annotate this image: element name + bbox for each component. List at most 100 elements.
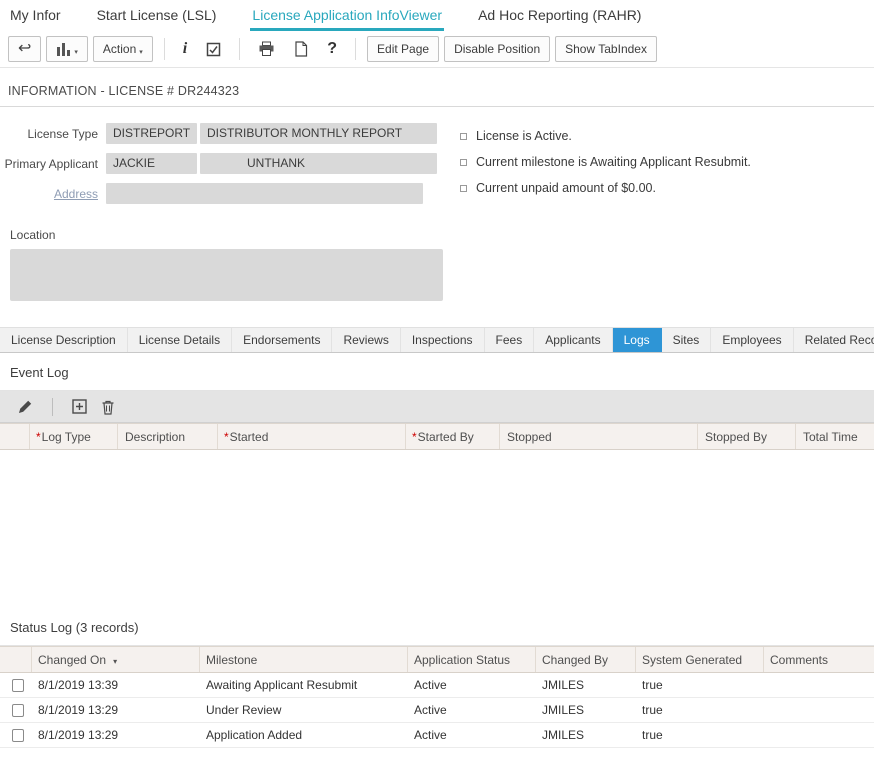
tab-fees[interactable]: Fees <box>485 328 535 352</box>
column-header-changed-on[interactable]: Changed On ▾ <box>32 647 200 672</box>
milestone-cell: Awaiting Applicant Resubmit <box>206 678 358 692</box>
add-record-button[interactable] <box>65 394 94 420</box>
status-summary-item: License is Active. <box>460 129 751 143</box>
row-checkbox[interactable] <box>12 703 24 717</box>
dropdown-arrow-icon: ▾ <box>139 49 143 56</box>
status-log-row[interactable]: 8/1/2019 13:29 Under Review Active JMILE… <box>0 698 874 723</box>
chart-icon <box>57 42 71 56</box>
status-log-title: Status Log (3 records) <box>0 608 874 646</box>
bullet-square-icon <box>460 132 467 140</box>
disable-position-button[interactable]: Disable Position <box>444 36 551 62</box>
required-marker: * <box>412 430 417 444</box>
changed-on-cell: 8/1/2019 13:29 <box>38 703 119 717</box>
tab-inspections[interactable]: Inspections <box>401 328 485 352</box>
help-icon: ? <box>327 40 338 57</box>
license-type-code-field[interactable]: DISTREPORT <box>106 123 197 144</box>
system-generated-cell: true <box>642 678 663 692</box>
event-log-header-row: *Log Type Description *Started *Started … <box>0 423 874 450</box>
column-header-milestone[interactable]: Milestone <box>200 647 408 672</box>
license-type-desc-field[interactable]: DISTRIBUTOR MONTHLY REPORT <box>200 123 437 144</box>
print-button[interactable] <box>251 36 282 62</box>
checkbox-icon <box>207 42 221 56</box>
status-summary-item: Current milestone is Awaiting Applicant … <box>460 155 751 169</box>
add-icon <box>72 399 87 414</box>
action-menu-label: Action <box>102 42 137 56</box>
primary-applicant-row: Primary Applicant JACKIE UNTHANK <box>0 153 446 174</box>
system-generated-cell: true <box>642 728 663 742</box>
tab-employees[interactable]: Employees <box>711 328 794 352</box>
tab-start-license[interactable]: Start License (LSL) <box>95 0 219 31</box>
status-log-header-row: Changed On ▾ Milestone Application Status… <box>0 646 874 673</box>
column-header-started[interactable]: *Started <box>218 424 406 449</box>
top-tab-bar: My Infor Start License (LSL) License App… <box>0 0 874 31</box>
address-row: Address <box>0 183 446 204</box>
toolbar-separator <box>355 38 357 60</box>
new-page-button[interactable] <box>287 36 315 62</box>
chart-view-button[interactable]: ▾ <box>46 36 88 62</box>
required-marker: * <box>36 430 41 444</box>
primary-applicant-first-name-field[interactable]: JACKIE <box>106 153 197 174</box>
info-icon: i <box>182 40 188 57</box>
tasks-button[interactable] <box>199 36 228 62</box>
license-type-label: License Type <box>27 126 99 141</box>
info-button[interactable]: i <box>176 36 194 62</box>
toolbar-separator <box>52 397 53 416</box>
page-icon <box>295 41 308 57</box>
action-menu-button[interactable]: Action ▾ <box>92 36 153 62</box>
column-header-application-status[interactable]: Application Status <box>408 647 536 672</box>
tab-license-details[interactable]: License Details <box>128 328 233 352</box>
status-log-row[interactable]: 8/1/2019 13:39 Awaiting Applicant Resubm… <box>0 673 874 698</box>
column-header-description[interactable]: Description <box>118 424 218 449</box>
license-type-row: License Type DISTREPORT DISTRIBUTOR MONT… <box>0 123 446 144</box>
event-log-title: Event Log <box>0 353 874 391</box>
tab-endorsements[interactable]: Endorsements <box>232 328 333 352</box>
application-status-cell: Active <box>414 703 447 717</box>
row-checkbox[interactable] <box>12 678 24 692</box>
edit-record-button[interactable] <box>10 394 40 420</box>
primary-applicant-label: Primary Applicant <box>4 156 98 171</box>
column-header-stopped[interactable]: Stopped <box>500 424 698 449</box>
column-header-changed-by[interactable]: Changed By <box>536 647 636 672</box>
column-header-total-time[interactable]: Total Time <box>796 424 874 449</box>
edit-page-button[interactable]: Edit Page <box>367 36 440 62</box>
detail-tab-bar: License Description License Details Endo… <box>0 327 874 353</box>
column-header-started-by[interactable]: *Started By <box>406 424 500 449</box>
bullet-square-icon <box>460 184 467 192</box>
column-header-comments[interactable]: Comments <box>764 647 874 672</box>
event-log-toolbar <box>0 391 874 423</box>
tab-applicants[interactable]: Applicants <box>534 328 613 352</box>
status-summary-item: Current unpaid amount of $0.00. <box>460 181 751 195</box>
address-link[interactable]: Address <box>0 187 106 201</box>
tab-related-records[interactable]: Related Records <box>794 328 874 352</box>
changed-on-cell: 8/1/2019 13:29 <box>38 728 119 742</box>
sort-descending-icon: ▾ <box>113 657 118 666</box>
back-button[interactable]: ↩ <box>8 36 42 62</box>
address-field[interactable] <box>106 183 423 204</box>
system-generated-cell: true <box>642 703 663 717</box>
select-column-header <box>0 647 32 672</box>
tab-sites[interactable]: Sites <box>662 328 712 352</box>
tab-logs[interactable]: Logs <box>612 328 662 352</box>
toolbar: ↩ ▾ Action ▾ i ? Edit Page Disable Posit… <box>0 31 874 68</box>
status-log-row[interactable]: 8/1/2019 13:29 Application Added Active … <box>0 723 874 748</box>
show-tabindex-button[interactable]: Show TabIndex <box>555 36 657 62</box>
help-button[interactable]: ? <box>320 36 344 62</box>
row-checkbox[interactable] <box>12 728 24 742</box>
primary-applicant-last-name-field[interactable]: UNTHANK <box>200 153 437 174</box>
back-icon: ↩ <box>18 40 32 57</box>
tab-license-application-infoviewer[interactable]: License Application InfoViewer <box>250 0 445 31</box>
tab-license-description[interactable]: License Description <box>0 328 128 352</box>
column-header-log-type[interactable]: *Log Type <box>30 424 118 449</box>
tab-my-infor[interactable]: My Infor <box>8 0 63 31</box>
delete-record-button[interactable] <box>94 394 122 420</box>
info-section: License Type DISTREPORT DISTRIBUTOR MONT… <box>0 107 874 301</box>
tab-ad-hoc-reporting[interactable]: Ad Hoc Reporting (RAHR) <box>476 0 643 31</box>
bullet-square-icon <box>460 158 467 166</box>
row-select-cell <box>0 703 32 717</box>
license-form: License Type DISTREPORT DISTRIBUTOR MONT… <box>0 123 446 301</box>
column-header-system-generated[interactable]: System Generated <box>636 647 764 672</box>
column-header-stopped-by[interactable]: Stopped By <box>698 424 796 449</box>
page-title: INFORMATION - LICENSE # DR244323 <box>0 84 874 107</box>
location-field[interactable] <box>10 249 443 301</box>
tab-reviews[interactable]: Reviews <box>332 328 401 352</box>
